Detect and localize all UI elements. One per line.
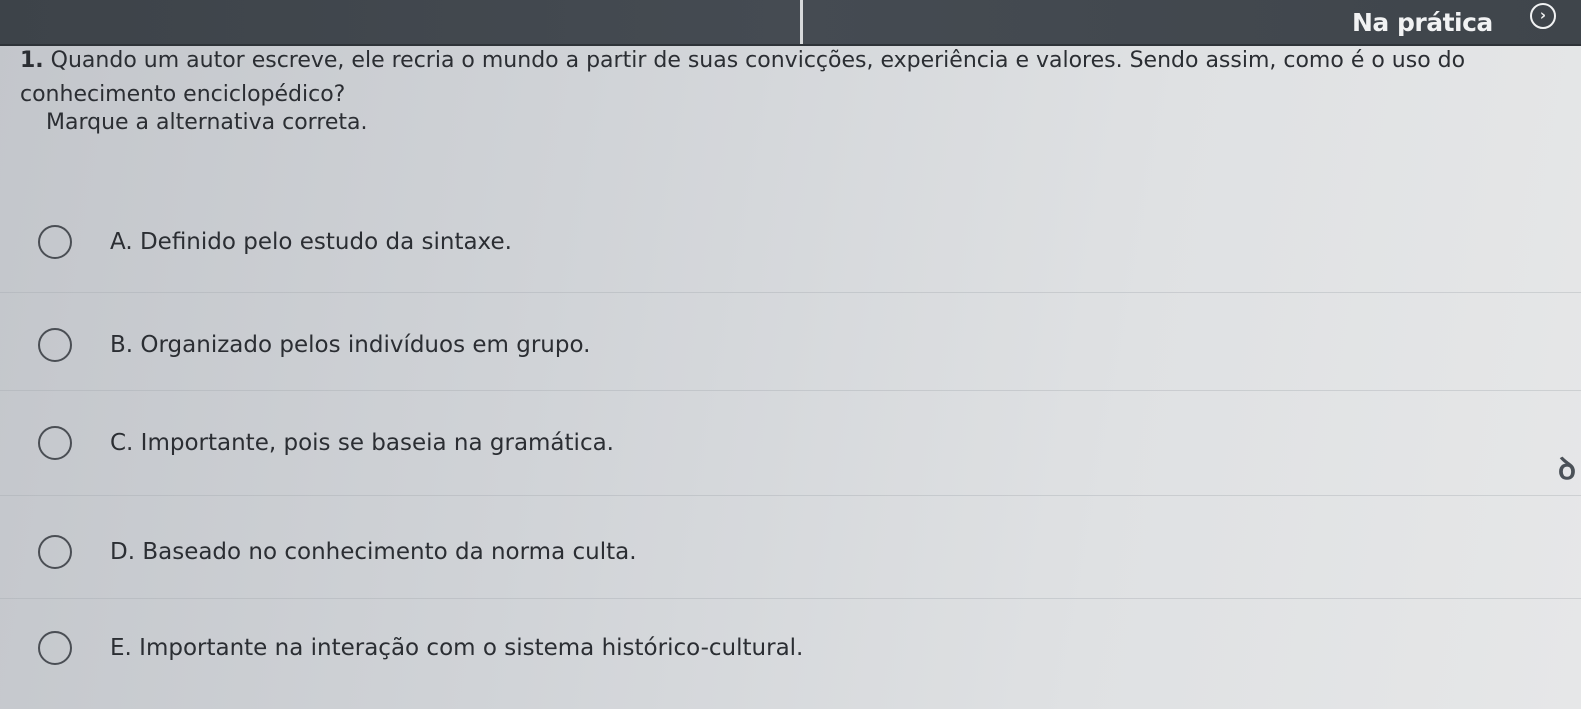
option-divider xyxy=(0,390,1581,391)
radio-button[interactable] xyxy=(38,328,72,362)
answer-options: A. Definido pelo estudo da sintaxe. B. O… xyxy=(0,0,1581,709)
option-divider xyxy=(0,495,1581,496)
option-divider xyxy=(0,598,1581,599)
radio-button[interactable] xyxy=(38,535,72,569)
option-divider xyxy=(0,292,1581,293)
option-a[interactable]: A. Definido pelo estudo da sintaxe. xyxy=(38,222,512,262)
option-b[interactable]: B. Organizado pelos indivíduos em grupo. xyxy=(38,325,590,365)
option-label: A. Definido pelo estudo da sintaxe. xyxy=(110,229,512,255)
option-c[interactable]: C. Importante, pois se baseia na gramáti… xyxy=(38,423,614,463)
option-label: D. Baseado no conhecimento da norma cult… xyxy=(110,539,637,565)
accessibility-icon[interactable]: ꝺ xyxy=(1553,440,1581,500)
option-label: B. Organizado pelos indivíduos em grupo. xyxy=(110,332,591,358)
option-d[interactable]: D. Baseado no conhecimento da norma cult… xyxy=(38,532,637,572)
radio-button[interactable] xyxy=(38,426,72,460)
radio-button[interactable] xyxy=(38,225,72,259)
option-label: E. Importante na interação com o sistema… xyxy=(110,635,804,661)
option-label: C. Importante, pois se baseia na gramáti… xyxy=(110,430,614,456)
option-e[interactable]: E. Importante na interação com o sistema… xyxy=(38,628,803,668)
radio-button[interactable] xyxy=(38,631,72,665)
